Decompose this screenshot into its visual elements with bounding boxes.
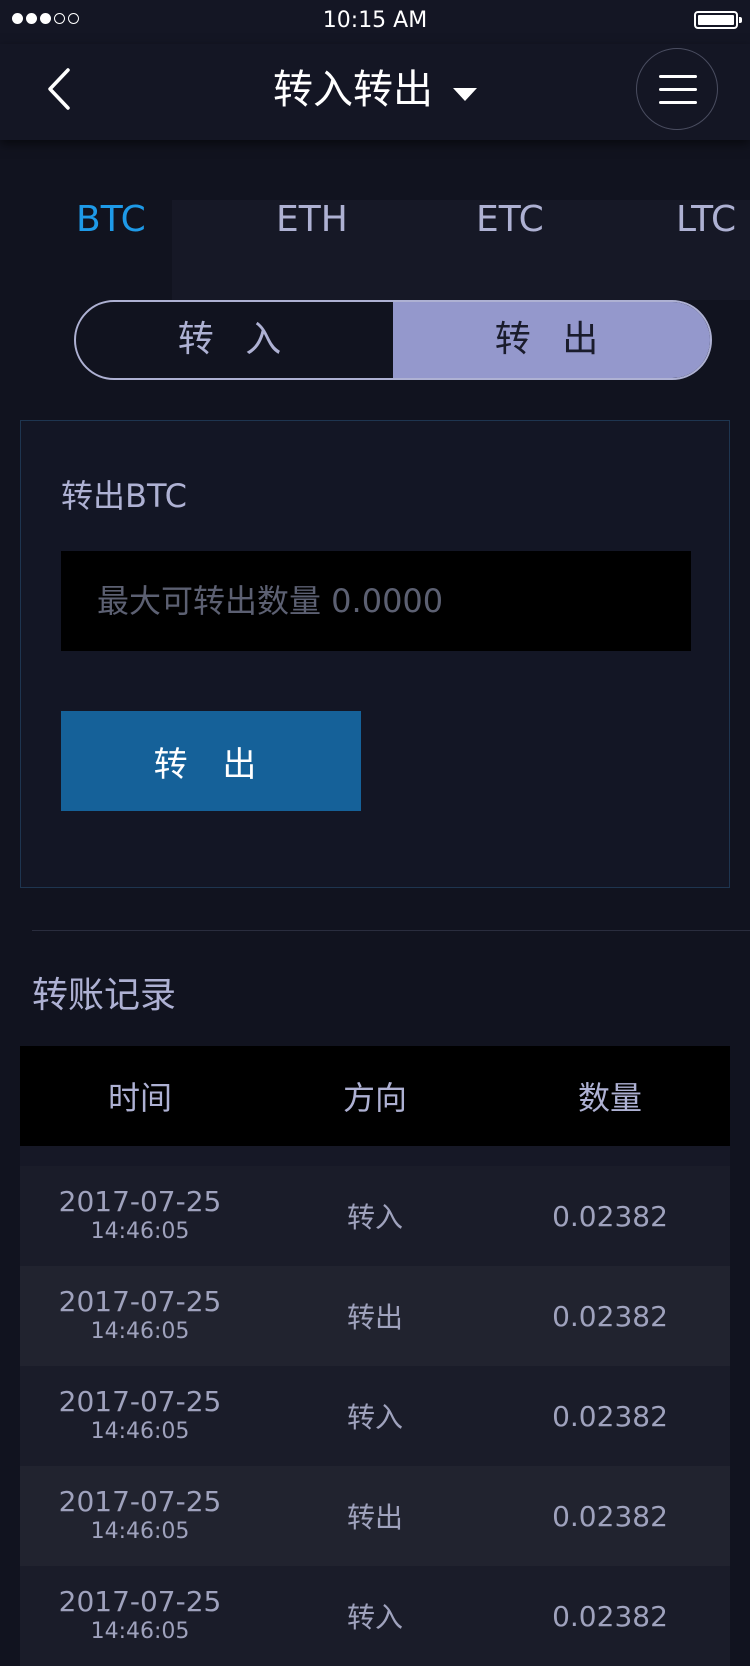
records-table: 时间 方向 数量 2017-07-25 14:46:05 转入 0.02382 … — [20, 1046, 730, 1666]
coin-tabs: BTC ETH ETC LTC — [0, 140, 750, 300]
table-row: 2017-07-25 14:46:05 转出 0.02382 — [20, 1266, 730, 1366]
row-date: 2017-07-25 — [58, 1285, 222, 1318]
row-amount: 0.02382 — [552, 1499, 668, 1533]
table-row: 2017-07-25 14:46:05 转入 0.02382 — [20, 1566, 730, 1666]
column-header-amount: 数量 — [577, 1079, 642, 1117]
row-time: 14:46:05 — [90, 1419, 190, 1444]
table-row: 2017-07-25 14:46:05 转出 0.02382 — [20, 1466, 730, 1566]
row-date: 2017-07-25 — [58, 1385, 222, 1418]
row-amount: 0.02382 — [552, 1399, 668, 1433]
tab-etc[interactable]: ETC — [476, 190, 544, 250]
row-date: 2017-07-25 — [58, 1485, 222, 1518]
row-direction: 转出 — [346, 1501, 403, 1534]
direction-segment: 转 入 转 出 — [74, 300, 712, 380]
row-direction: 转入 — [346, 1601, 403, 1634]
row-time: 14:46:05 — [90, 1519, 190, 1544]
status-time: 10:15 AM — [322, 8, 428, 33]
row-direction: 转入 — [346, 1201, 403, 1234]
column-header-time: 时间 — [107, 1079, 172, 1117]
row-time: 14:46:05 — [90, 1219, 190, 1244]
battery-icon — [694, 11, 742, 29]
tab-eth[interactable]: ETH — [276, 190, 348, 250]
row-date: 2017-07-25 — [58, 1585, 222, 1618]
transfer-form-title: 转出BTC — [61, 477, 187, 515]
row-time: 14:46:05 — [90, 1319, 190, 1344]
menu-button[interactable] — [636, 48, 718, 130]
divider — [32, 930, 750, 931]
table-row: 2017-07-25 14:46:05 转入 0.02382 — [20, 1366, 730, 1466]
row-time: 14:46:05 — [90, 1619, 190, 1644]
caret-down-icon — [453, 61, 477, 117]
hamburger-menu-icon — [659, 75, 697, 78]
transfer-out-button[interactable]: 转 出 — [61, 711, 361, 811]
row-amount: 0.02382 — [552, 1599, 668, 1633]
table-header: 时间 方向 数量 — [20, 1046, 730, 1146]
segment-transfer-out[interactable]: 转 出 — [393, 302, 710, 378]
row-direction: 转出 — [346, 1301, 403, 1334]
page-title: 转入转出 — [273, 67, 433, 113]
records-title: 转账记录 — [32, 975, 177, 1016]
nav-bar: 转入转出 — [0, 44, 750, 140]
transfer-panel: 转出BTC 转 出 — [20, 420, 730, 888]
amount-input[interactable] — [61, 551, 691, 651]
row-amount: 0.02382 — [552, 1299, 668, 1333]
segment-transfer-in[interactable]: 转 入 — [76, 302, 393, 378]
column-header-direction: 方向 — [342, 1079, 407, 1117]
row-amount: 0.02382 — [552, 1199, 668, 1233]
row-direction: 转入 — [346, 1401, 403, 1434]
table-row: 2017-07-25 14:46:05 转入 0.02382 — [20, 1166, 730, 1266]
status-bar: 10:15 AM — [0, 0, 750, 44]
tab-ltc[interactable]: LTC — [676, 190, 736, 250]
row-date: 2017-07-25 — [58, 1185, 222, 1218]
tab-btc[interactable]: BTC — [76, 190, 146, 250]
